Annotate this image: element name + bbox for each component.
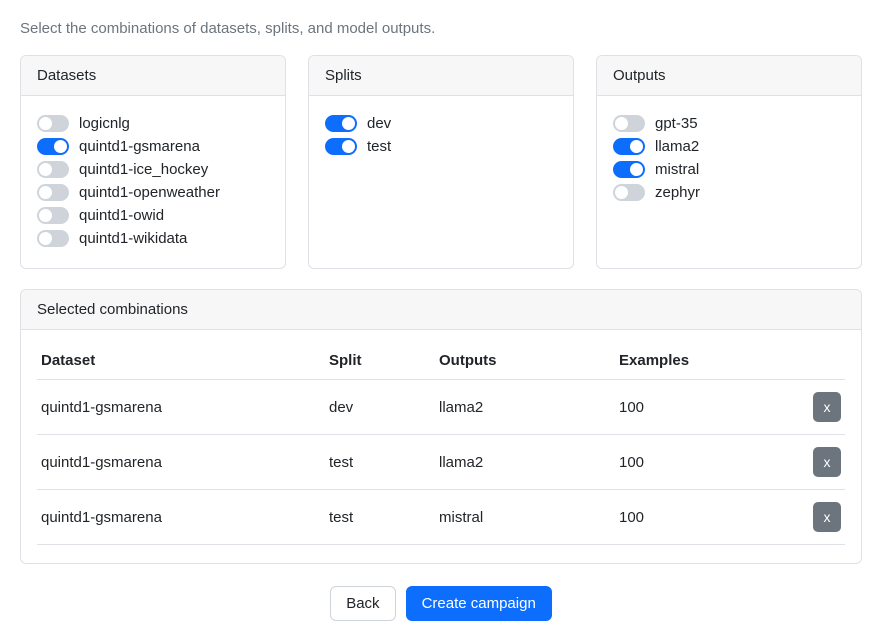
output-toggle-label: llama2 bbox=[655, 138, 699, 155]
split-toggle-label: dev bbox=[367, 115, 391, 132]
selector-cards-row: Datasets logicnlg quintd1-gsmarena quintd1… bbox=[20, 55, 862, 269]
col-outputs: Outputs bbox=[435, 342, 615, 380]
col-dataset: Dataset bbox=[37, 342, 325, 380]
output-toggle-row: mistral bbox=[613, 158, 845, 181]
split-toggle-row: dev bbox=[325, 112, 557, 135]
cell-examples: 100 bbox=[615, 490, 795, 545]
output-toggle-row: gpt-35 bbox=[613, 112, 845, 135]
split-toggle-test[interactable] bbox=[325, 138, 357, 155]
col-actions bbox=[795, 342, 845, 380]
output-toggle-label: gpt-35 bbox=[655, 115, 698, 132]
splits-card-body: dev test bbox=[309, 96, 573, 176]
output-toggle-row: llama2 bbox=[613, 135, 845, 158]
combinations-table: Dataset Split Outputs Examples quintd1-g… bbox=[37, 342, 845, 545]
datasets-card-body: logicnlg quintd1-gsmarena quintd1-ice_hock… bbox=[21, 96, 285, 268]
output-toggle-label: zephyr bbox=[655, 184, 700, 201]
remove-row-button[interactable]: x bbox=[813, 447, 841, 477]
dataset-toggle-quintd1-owid[interactable] bbox=[37, 207, 69, 224]
split-toggle-dev[interactable] bbox=[325, 115, 357, 132]
cell-dataset: quintd1-gsmarena bbox=[37, 435, 325, 490]
selected-combinations-header: Selected combinations bbox=[21, 290, 861, 330]
cell-outputs: llama2 bbox=[435, 380, 615, 435]
dataset-toggle-row: logicnlg bbox=[37, 112, 269, 135]
datasets-card-header: Datasets bbox=[21, 56, 285, 96]
table-row: quintd1-gsmarenatestmistral100 x bbox=[37, 490, 845, 545]
cell-dataset: quintd1-gsmarena bbox=[37, 380, 325, 435]
dataset-toggle-logicnlg[interactable] bbox=[37, 115, 69, 132]
dataset-toggle-label: quintd1-wikidata bbox=[79, 230, 187, 247]
cell-examples: 100 bbox=[615, 380, 795, 435]
splits-card-header: Splits bbox=[309, 56, 573, 96]
dataset-toggle-row: quintd1-openweather bbox=[37, 181, 269, 204]
cell-split: dev bbox=[325, 380, 435, 435]
dataset-toggle-row: quintd1-ice_hockey bbox=[37, 158, 269, 181]
table-row: quintd1-gsmarenadevllama2100 x bbox=[37, 380, 845, 435]
cell-actions: x bbox=[795, 380, 845, 435]
page-subtitle: Select the combinations of datasets, spl… bbox=[20, 20, 862, 37]
cell-split: test bbox=[325, 435, 435, 490]
dataset-toggle-quintd1-wikidata[interactable] bbox=[37, 230, 69, 247]
splits-card: Splits dev test bbox=[308, 55, 574, 269]
remove-row-button[interactable]: x bbox=[813, 392, 841, 422]
cell-examples: 100 bbox=[615, 435, 795, 490]
cell-dataset: quintd1-gsmarena bbox=[37, 490, 325, 545]
dataset-toggle-quintd1-gsmarena[interactable] bbox=[37, 138, 69, 155]
output-toggle-row: zephyr bbox=[613, 181, 845, 204]
dataset-toggle-label: logicnlg bbox=[79, 115, 130, 132]
output-toggle-llama2[interactable] bbox=[613, 138, 645, 155]
dataset-toggle-row: quintd1-owid bbox=[37, 204, 269, 227]
cell-outputs: mistral bbox=[435, 490, 615, 545]
table-row: quintd1-gsmarenatestllama2100 x bbox=[37, 435, 845, 490]
cell-actions: x bbox=[795, 490, 845, 545]
dataset-toggle-label: quintd1-ice_hockey bbox=[79, 161, 208, 178]
split-toggle-row: test bbox=[325, 135, 557, 158]
output-toggle-zephyr[interactable] bbox=[613, 184, 645, 201]
remove-row-button[interactable]: x bbox=[813, 502, 841, 532]
dataset-toggle-quintd1-ice_hockey[interactable] bbox=[37, 161, 69, 178]
split-toggle-label: test bbox=[367, 138, 391, 155]
output-toggle-mistral[interactable] bbox=[613, 161, 645, 178]
col-examples: Examples bbox=[615, 342, 795, 380]
cell-outputs: llama2 bbox=[435, 435, 615, 490]
output-toggle-gpt-35[interactable] bbox=[613, 115, 645, 132]
dataset-toggle-row: quintd1-wikidata bbox=[37, 227, 269, 250]
cell-actions: x bbox=[795, 435, 845, 490]
outputs-card-header: Outputs bbox=[597, 56, 861, 96]
col-split: Split bbox=[325, 342, 435, 380]
outputs-card: Outputs gpt-35 llama2 mistral zephyr bbox=[596, 55, 862, 269]
selected-combinations-card: Selected combinations Dataset Split Outp… bbox=[20, 289, 862, 564]
datasets-card: Datasets logicnlg quintd1-gsmarena quintd1… bbox=[20, 55, 286, 269]
dataset-toggle-row: quintd1-gsmarena bbox=[37, 135, 269, 158]
dataset-toggle-quintd1-openweather[interactable] bbox=[37, 184, 69, 201]
dataset-toggle-label: quintd1-openweather bbox=[79, 184, 220, 201]
outputs-card-body: gpt-35 llama2 mistral zephyr bbox=[597, 96, 861, 222]
selected-combinations-body: Dataset Split Outputs Examples quintd1-g… bbox=[21, 330, 861, 563]
output-toggle-label: mistral bbox=[655, 161, 699, 178]
cell-split: test bbox=[325, 490, 435, 545]
dataset-toggle-label: quintd1-gsmarena bbox=[79, 138, 200, 155]
dataset-toggle-label: quintd1-owid bbox=[79, 207, 164, 224]
